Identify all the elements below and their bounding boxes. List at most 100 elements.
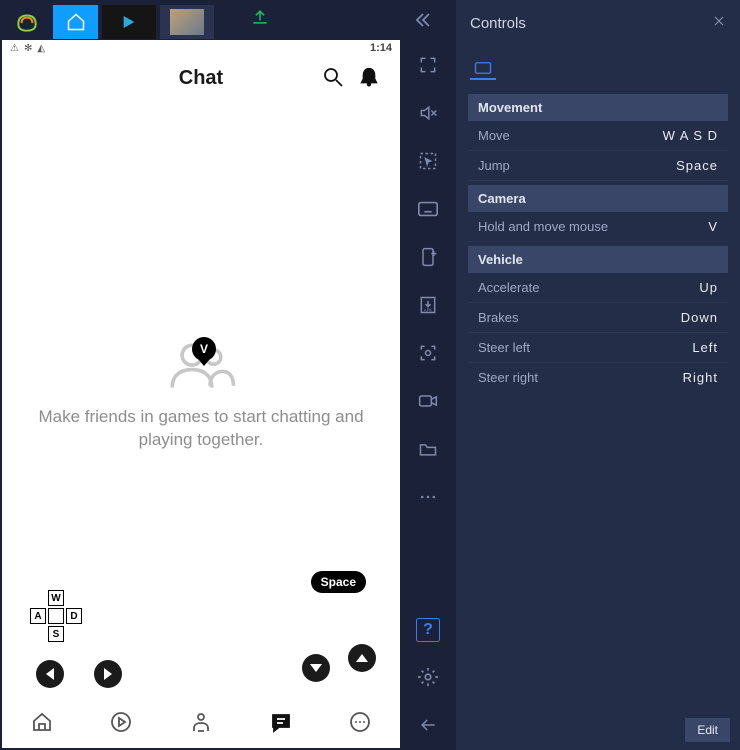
tool-folder[interactable] <box>415 436 441 462</box>
gear-icon <box>417 666 439 688</box>
more-circle-icon <box>348 710 372 734</box>
triangle-down-icon <box>310 664 322 672</box>
play-circle-icon <box>109 710 133 734</box>
warning-icon: ⚠ <box>10 43 19 54</box>
apk-download-icon: APK <box>418 295 438 315</box>
section-header: Movement <box>468 94 728 121</box>
triangle-left-icon <box>46 668 54 680</box>
tool-record[interactable] <box>415 388 441 414</box>
overlay-space[interactable]: Space <box>311 571 366 593</box>
tab-row <box>0 0 216 40</box>
section-header: Camera <box>468 185 728 212</box>
control-label: Steer right <box>478 370 538 385</box>
empty-message: Make friends in games to start chatting … <box>2 406 400 452</box>
controls-tab-scheme[interactable] <box>470 58 496 80</box>
dpad-up[interactable] <box>348 644 376 672</box>
app-root: ⚠ ✻ ◭ 1:14 Chat <box>0 0 740 750</box>
play-store-icon <box>121 14 137 30</box>
question-icon: ? <box>423 621 433 639</box>
control-label: Steer left <box>478 340 530 355</box>
tab-app-1[interactable] <box>53 5 98 39</box>
bell-icon <box>358 66 380 88</box>
settings-mini-icon: ✻ <box>24 43 32 54</box>
tool-keyboard[interactable] <box>415 196 441 222</box>
control-label: Hold and move mouse <box>478 219 608 234</box>
control-value: Left <box>692 340 718 355</box>
notice-icon: ◭ <box>37 43 45 54</box>
control-label: Jump <box>478 158 510 173</box>
control-row: Steer rightRight <box>468 363 728 392</box>
keyboard-icon <box>417 200 439 218</box>
control-label: Move <box>478 128 510 143</box>
chat-icon <box>269 710 293 734</box>
side-toolbar: APK ? <box>400 40 456 750</box>
tool-mute[interactable] <box>415 100 441 126</box>
collapse-sidebar-button[interactable] <box>410 0 434 40</box>
tab-logo[interactable] <box>4 5 49 39</box>
svg-text:APK: APK <box>424 308 433 313</box>
control-value: W A S D <box>663 128 718 143</box>
dpad-left[interactable] <box>36 660 64 688</box>
control-row: Move W A S D <box>468 121 728 151</box>
triangle-up-icon <box>356 654 368 662</box>
keyboard-small-icon <box>474 61 492 75</box>
controls-title: Controls <box>470 15 526 32</box>
key-s: S <box>48 626 64 642</box>
tab-app-2[interactable] <box>102 5 156 39</box>
tool-settings[interactable] <box>415 664 441 690</box>
nav-home[interactable] <box>28 708 56 736</box>
search-button[interactable] <box>320 64 346 90</box>
home-icon <box>30 710 54 734</box>
triangle-right-icon <box>104 668 112 680</box>
volume-mute-icon <box>418 103 438 123</box>
bluestacks-logo-icon <box>14 9 40 35</box>
overlay-wasd[interactable]: W A D S <box>30 590 82 642</box>
section-header: Vehicle <box>468 246 728 273</box>
dpad-right[interactable] <box>94 660 122 688</box>
fullscreen-icon <box>418 55 438 75</box>
v-key-badge: V <box>192 337 216 361</box>
tool-screenshot[interactable] <box>415 340 441 366</box>
dots-icon <box>418 493 438 501</box>
phone-plus-icon <box>418 247 438 267</box>
control-row: BrakesDown <box>468 303 728 333</box>
control-row: Hold and move mouse V <box>468 212 728 242</box>
notifications-button[interactable] <box>356 64 382 90</box>
chevrons-left-icon <box>410 8 434 32</box>
tool-apk[interactable]: APK <box>415 292 441 318</box>
nav-play[interactable] <box>107 708 135 736</box>
control-label: Accelerate <box>478 280 539 295</box>
edit-button[interactable]: Edit <box>685 718 730 742</box>
tool-fullscreen[interactable] <box>415 52 441 78</box>
nav-avatar[interactable] <box>187 708 215 736</box>
tool-install[interactable] <box>415 244 441 270</box>
tool-help[interactable]: ? <box>416 618 440 642</box>
nav-more[interactable] <box>346 708 374 736</box>
control-value: Down <box>681 310 718 325</box>
control-row: AccelerateUp <box>468 273 728 303</box>
tool-back[interactable] <box>415 712 441 738</box>
controls-close-button[interactable] <box>712 14 726 33</box>
cursor-select-icon <box>418 151 438 171</box>
controls-body: MovementMoveW A S DJumpSpaceCameraHold a… <box>456 80 740 402</box>
folder-icon <box>418 440 438 458</box>
close-icon <box>712 14 726 28</box>
bottom-nav <box>2 696 400 748</box>
key-w: W <box>48 590 64 606</box>
tool-more[interactable] <box>415 484 441 510</box>
control-value: V <box>708 219 718 234</box>
control-row: Steer left Left <box>468 333 728 363</box>
control-value: Space <box>676 158 718 173</box>
page-title: Chat <box>179 67 223 90</box>
key-a: A <box>30 608 46 624</box>
nav-chat[interactable] <box>267 708 295 736</box>
tab-app-3[interactable] <box>160 5 214 39</box>
upload-icon <box>250 7 270 27</box>
control-row: Jump Space <box>468 151 728 181</box>
upload-button[interactable] <box>250 7 270 32</box>
controls-tabs <box>456 46 740 80</box>
dpad-down[interactable] <box>302 654 330 682</box>
tool-cursor[interactable] <box>415 148 441 174</box>
overlay-key-v[interactable]: V <box>192 337 216 361</box>
android-status-bar: ⚠ ✻ ◭ 1:14 <box>2 40 400 54</box>
